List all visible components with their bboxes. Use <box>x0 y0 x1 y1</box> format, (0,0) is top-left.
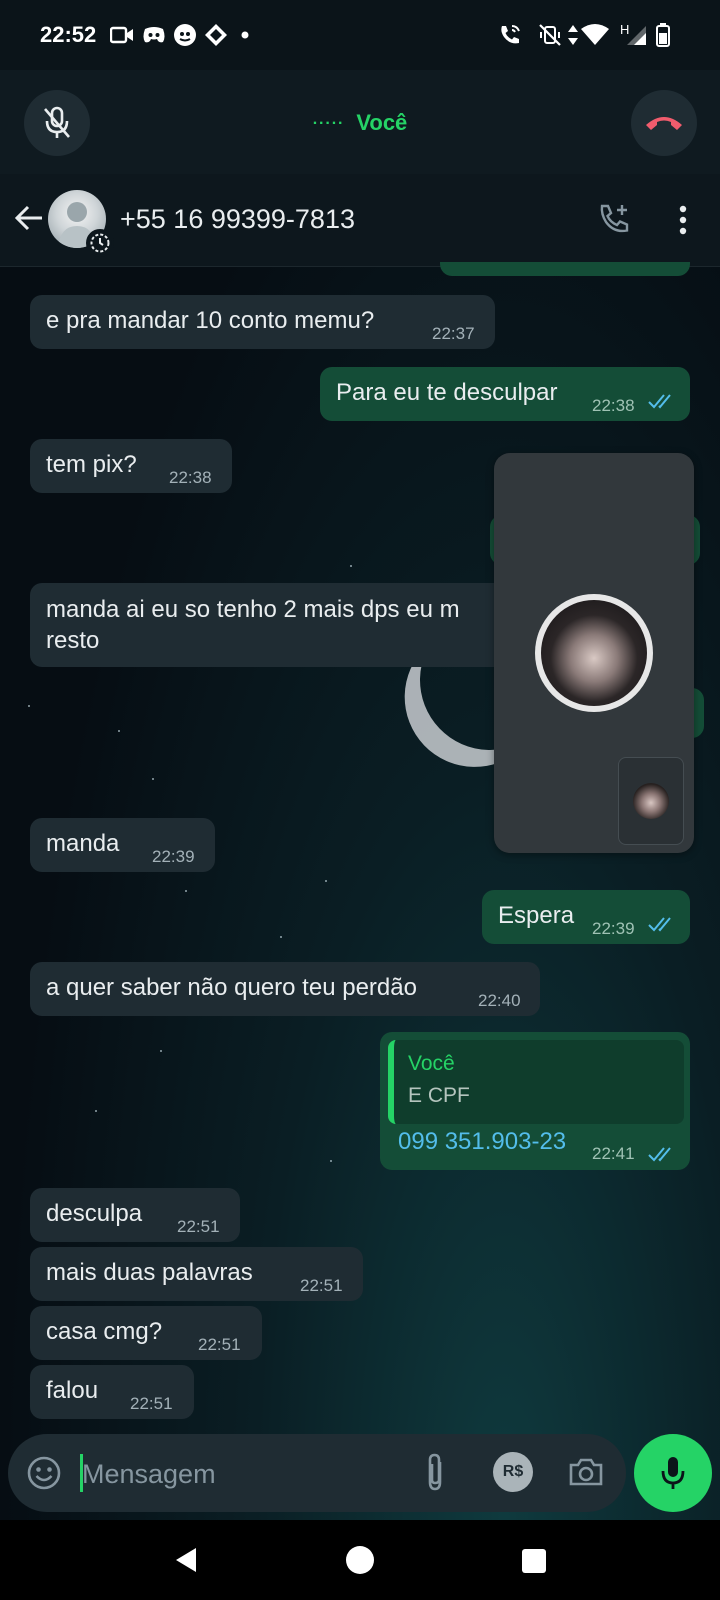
message-time: 22:39 <box>592 919 635 938</box>
message-text: casa cmg? <box>46 1318 163 1345</box>
call-dots-indicator: ····· <box>312 115 345 133</box>
arrow-left-icon <box>14 205 42 231</box>
message-time: 22:38 <box>169 468 212 487</box>
star-decoration <box>160 1050 162 1052</box>
message-bubble-incoming[interactable]: mais duas palavras 22:51 <box>30 1247 363 1301</box>
message-text: e pra mandar 10 conto memu? <box>46 307 375 334</box>
disappearing-messages-icon <box>86 229 114 257</box>
message-time: 22:41 <box>592 1144 635 1163</box>
message-bubble-incoming[interactable]: e pra mandar 10 conto memu? 22:37 <box>30 295 495 349</box>
double-check-read-icon <box>648 394 671 409</box>
message-time: 22:51 <box>198 1335 241 1354</box>
message-bubble-incoming[interactable]: desculpa 22:51 <box>30 1188 240 1242</box>
quoted-text: E CPF <box>408 1084 470 1107</box>
message-text: mais duas palavras <box>46 1259 253 1286</box>
star-decoration <box>330 1160 332 1162</box>
app-icon <box>203 22 229 48</box>
phone-add-icon <box>600 204 629 233</box>
add-call-button[interactable] <box>594 200 634 240</box>
message-time: 22:38 <box>592 396 635 415</box>
tiktok-icon <box>172 22 198 48</box>
message-bubble-incoming[interactable]: manda 22:39 <box>30 818 215 872</box>
message-text: Espera <box>498 902 575 929</box>
status-time: 22:52 <box>40 22 97 47</box>
message-time: 22:51 <box>130 1394 173 1413</box>
message-bubble-incoming[interactable]: falou 22:51 <box>30 1365 194 1419</box>
call-participant-avatar <box>535 594 653 712</box>
message-bubble-incoming[interactable]: casa cmg? 22:51 <box>30 1306 262 1360</box>
quoted-author: Você <box>408 1052 455 1075</box>
contact-name[interactable]: +55 16 99399-7813 <box>120 204 355 235</box>
phone-number-link[interactable]: 099 351.903-23 <box>398 1128 566 1156</box>
data-arrows-icon <box>567 22 579 48</box>
star-decoration <box>185 890 187 892</box>
call-participant-name: Você <box>356 110 408 135</box>
star-decoration <box>95 1110 97 1112</box>
voice-message-button[interactable] <box>634 1434 712 1512</box>
star-decoration <box>118 730 120 732</box>
emoji-button[interactable] <box>24 1453 64 1493</box>
message-time: 22:39 <box>152 847 195 866</box>
message-bubble-incoming[interactable]: tem pix? 22:38 <box>30 439 232 493</box>
nav-back-button[interactable] <box>172 1545 202 1575</box>
paperclip-icon <box>428 1453 442 1491</box>
video-record-icon <box>110 22 134 48</box>
circle-home-icon <box>346 1546 374 1574</box>
message-bubble-outgoing[interactable]: Espera 22:39 <box>482 890 690 944</box>
message-text: falou <box>46 1377 99 1404</box>
end-call-button[interactable] <box>631 90 697 156</box>
square-recents-icon <box>522 1549 546 1573</box>
discord-icon <box>142 22 166 48</box>
message-text: tem pix? <box>46 451 137 478</box>
payment-button[interactable]: R$ <box>493 1452 533 1492</box>
message-bubble-incoming[interactable]: manda ai eu so tenho 2 mais dps eu m res… <box>30 583 510 667</box>
triangle-back-icon <box>176 1548 196 1572</box>
signal-icon <box>624 22 648 48</box>
message-time: 22:37 <box>432 324 475 343</box>
hang-up-icon <box>646 117 682 130</box>
attach-button[interactable] <box>418 1450 452 1494</box>
message-time: 22:51 <box>177 1217 220 1236</box>
message-text: a quer saber não quero teu perdão <box>46 974 417 1001</box>
message-text: Para eu te desculpar <box>336 379 558 406</box>
emoji-icon <box>27 1456 61 1490</box>
double-check-read-icon <box>648 1147 671 1162</box>
message-bubble-outgoing[interactable]: Para eu te desculpar 22:38 <box>320 367 690 421</box>
message-text-line: resto <box>46 627 100 654</box>
nav-home-button[interactable] <box>345 1545 375 1575</box>
message-text-line: manda ai eu so tenho 2 mais dps eu m <box>46 596 460 623</box>
message-time: 22:40 <box>478 991 521 1010</box>
microphone-icon <box>661 1457 685 1489</box>
camera-icon <box>569 1458 603 1486</box>
message-time: 22:51 <box>300 1276 343 1295</box>
wifi-calling-icon <box>498 22 522 48</box>
message-bubble-incoming[interactable]: a quer saber não quero teu perdão 22:40 <box>30 962 540 1016</box>
nav-recents-button[interactable] <box>521 1548 547 1574</box>
star-decoration <box>152 778 154 780</box>
message-bubble-partial <box>440 262 690 276</box>
camera-button[interactable] <box>566 1452 606 1492</box>
more-options-button[interactable] <box>668 200 698 240</box>
star-decoration <box>28 705 30 707</box>
double-check-read-icon <box>648 917 671 932</box>
wifi-icon <box>580 22 610 48</box>
status-bar <box>0 0 720 70</box>
kebab-menu-icon <box>679 205 687 235</box>
star-decoration <box>280 936 282 938</box>
star-decoration <box>350 565 352 567</box>
dot-icon <box>240 22 250 48</box>
battery-icon <box>655 22 671 48</box>
self-preview-thumbnail[interactable] <box>618 757 684 845</box>
back-button[interactable] <box>12 198 46 238</box>
message-input[interactable] <box>82 1456 382 1492</box>
message-text: manda <box>46 830 120 857</box>
vibrate-off-icon <box>538 22 562 48</box>
star-decoration <box>325 880 327 882</box>
call-status-label[interactable]: ····· Você <box>0 110 720 136</box>
message-text: desculpa <box>46 1200 143 1227</box>
